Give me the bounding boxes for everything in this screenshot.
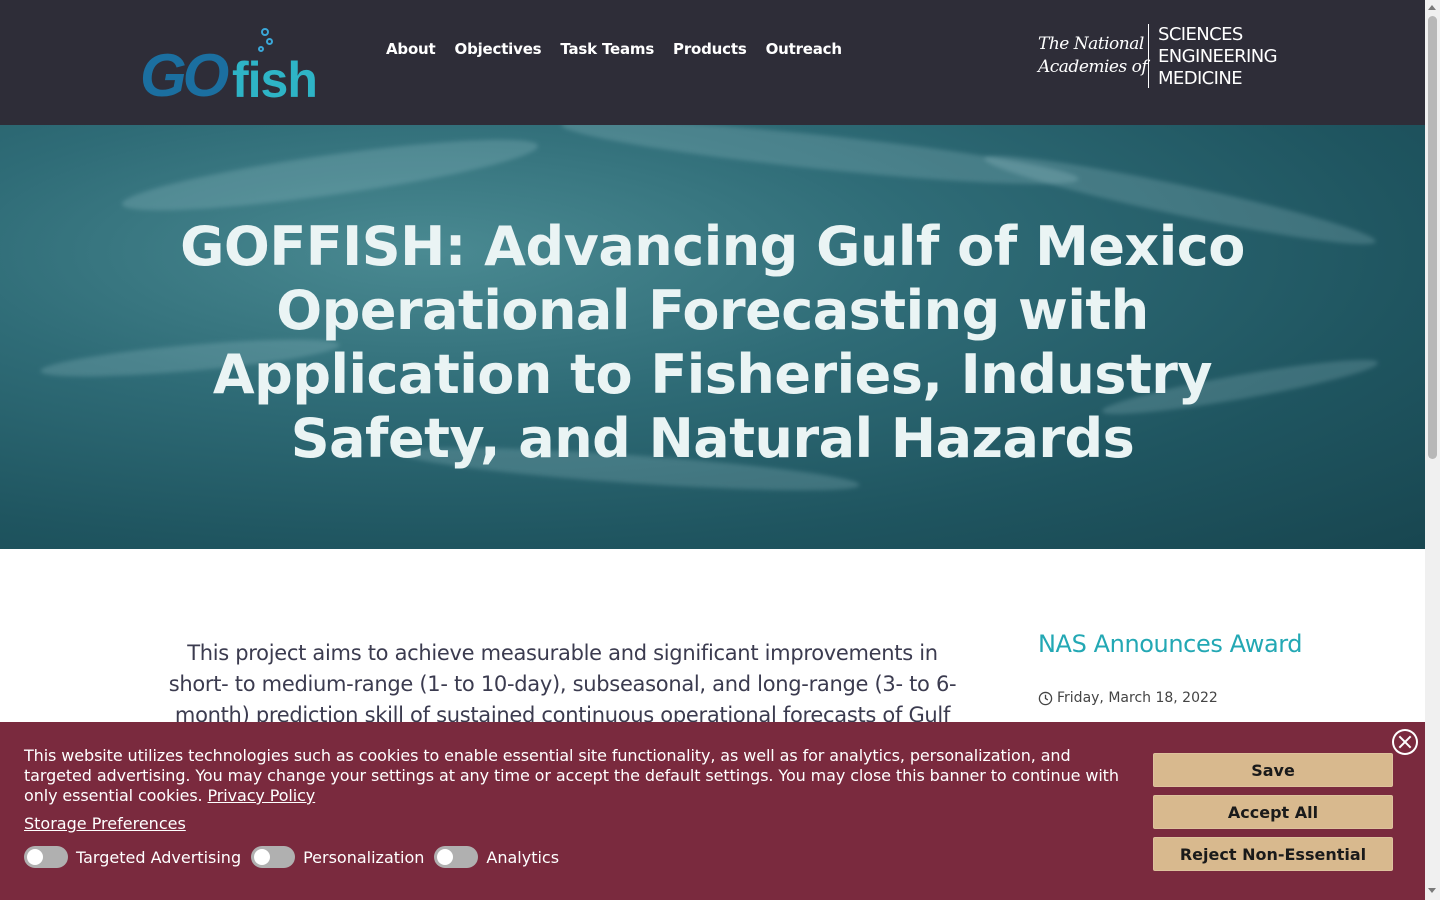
toggle-personalization[interactable]: Personalization	[251, 846, 424, 868]
hero-title: GOFFISH: Advancing Gulf of Mexico Operat…	[180, 215, 1245, 470]
nas-logo-right: SCIENCES ENGINEERING MEDICINE	[1158, 24, 1278, 90]
toggle-knob	[437, 849, 454, 865]
site-header: GO fish About Objectives Task Teams Prod…	[0, 0, 1425, 125]
cookie-toggles: Targeted Advertising Personalization Ana…	[24, 846, 561, 868]
toggle-targeted-advertising[interactable]: Targeted Advertising	[24, 846, 241, 868]
scroll-down-arrow-icon[interactable]	[1428, 888, 1436, 893]
bubble-icon	[266, 38, 273, 45]
nav-products[interactable]: Products	[673, 40, 747, 58]
toggle-switch[interactable]	[434, 846, 479, 868]
nav-outreach[interactable]: Outreach	[766, 40, 842, 58]
goffish-logo[interactable]: GO fish	[140, 26, 330, 109]
national-academies-logo[interactable]: The National Academies of SCIENCES ENGIN…	[1038, 24, 1290, 90]
bubble-icon	[258, 46, 264, 52]
nas-right-line3: MEDICINE	[1158, 68, 1243, 89]
hero-banner: GOFFISH: Advancing Gulf of Mexico Operat…	[0, 125, 1425, 549]
logo-go-text: GO	[140, 42, 229, 109]
nas-left-line2: Academies of	[1038, 57, 1148, 77]
scrollbar-thumb[interactable]	[1428, 16, 1437, 459]
page-scrollbar[interactable]	[1425, 0, 1440, 900]
main-nav: About Objectives Task Teams Products Out…	[386, 40, 842, 58]
toggle-knob	[27, 849, 43, 865]
news-title-link[interactable]: NAS Announces Award	[1038, 630, 1303, 658]
toggle-label: Personalization	[303, 847, 425, 867]
toggle-analytics[interactable]: Analytics	[434, 846, 559, 868]
nas-left-line1: The National	[1038, 34, 1144, 54]
nas-divider	[1148, 24, 1149, 88]
nas-logo-left: The National Academies of	[1038, 33, 1148, 79]
scroll-up-arrow-icon[interactable]	[1428, 5, 1436, 10]
toggle-label: Targeted Advertising	[76, 847, 242, 867]
toggle-label: Analytics	[486, 847, 560, 867]
reject-non-essential-button[interactable]: Reject Non-Essential	[1153, 837, 1393, 871]
close-banner-button[interactable]	[1392, 729, 1418, 755]
toggle-knob	[254, 849, 271, 865]
save-button[interactable]: Save	[1153, 753, 1393, 787]
bubble-icon	[261, 28, 269, 36]
cookie-text: This website utilizes technologies such …	[24, 746, 1139, 806]
nav-about[interactable]: About	[386, 40, 436, 58]
news-date-text: Friday, March 18, 2022	[1057, 690, 1218, 706]
privacy-policy-link[interactable]: Privacy Policy	[208, 786, 316, 805]
water-ripple	[119, 125, 541, 225]
news-date: Friday, March 18, 2022	[1038, 690, 1218, 706]
logo-fish-text: fish	[232, 52, 318, 108]
accept-all-button[interactable]: Accept All	[1153, 795, 1393, 829]
toggle-switch[interactable]	[251, 846, 296, 868]
cookie-banner: This website utilizes technologies such …	[0, 722, 1425, 900]
clock-icon	[1038, 691, 1053, 705]
nas-right-line1: SCIENCES	[1158, 24, 1243, 45]
nav-objectives[interactable]: Objectives	[455, 40, 542, 58]
toggle-switch[interactable]	[24, 846, 68, 868]
nas-right-line2: ENGINEERING	[1158, 46, 1278, 67]
cookie-text-body: This website utilizes technologies such …	[24, 746, 1119, 805]
nav-task-teams[interactable]: Task Teams	[560, 40, 654, 58]
intro-paragraph: This project aims to achieve measurable …	[168, 641, 957, 727]
storage-preferences-link[interactable]: Storage Preferences	[24, 814, 186, 833]
close-icon	[1394, 731, 1416, 753]
